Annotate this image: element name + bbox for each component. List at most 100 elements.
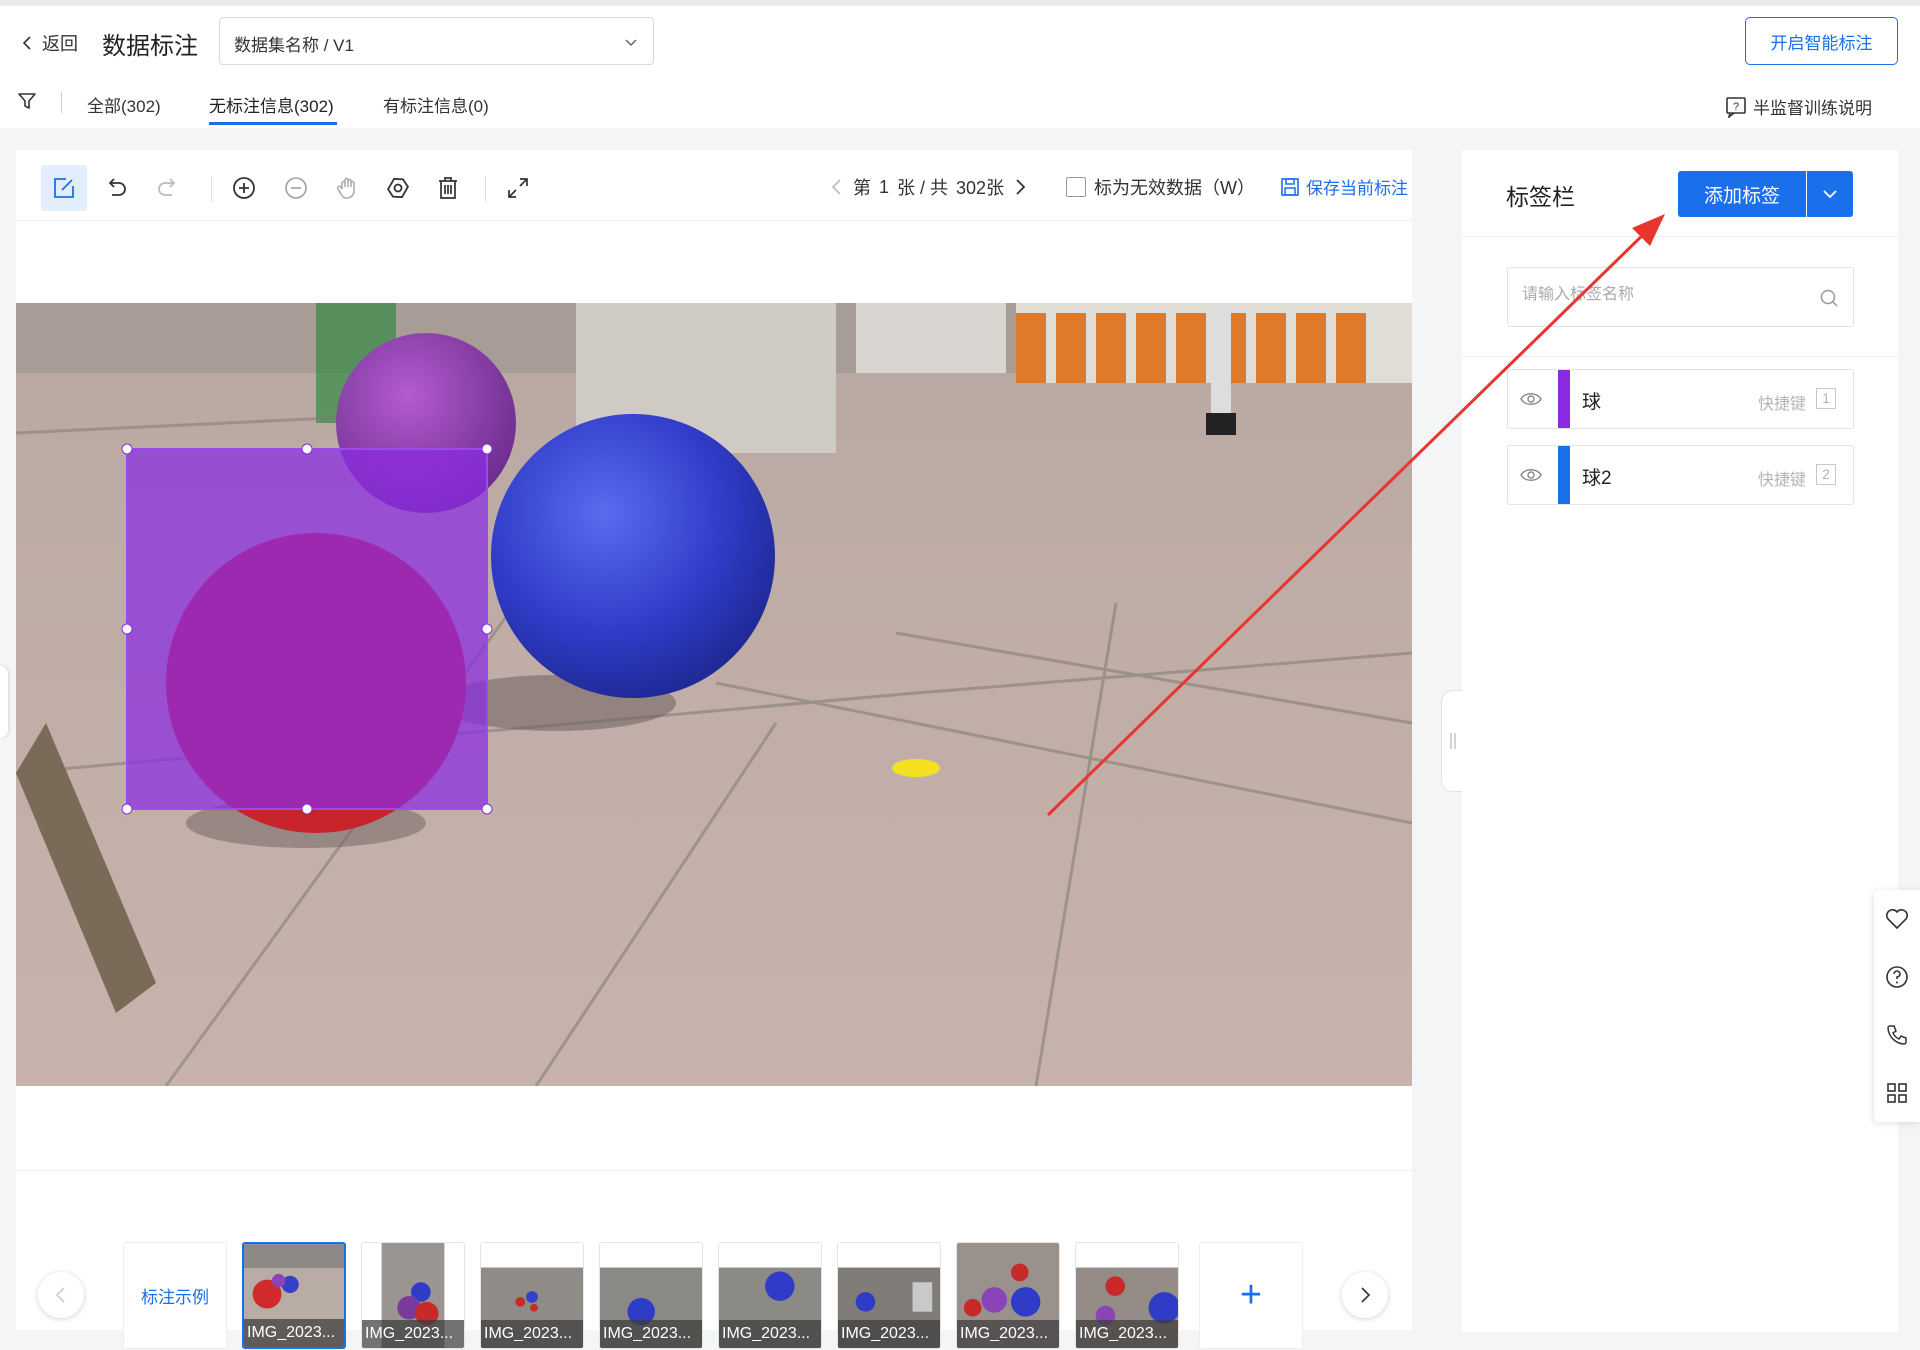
thumbnail-caption: IMG_2023... (362, 1320, 464, 1348)
eye-icon[interactable] (1520, 465, 1542, 485)
add-label-dropdown[interactable] (1807, 171, 1853, 217)
undo-icon (108, 178, 126, 196)
divider (61, 91, 62, 113)
drag-handle-icon (1449, 733, 1456, 749)
add-label-button[interactable]: 添加标签 (1678, 171, 1806, 217)
save-icon (1281, 177, 1299, 196)
example-button[interactable]: 标注示例 (123, 1242, 227, 1349)
svg-text:?: ? (1733, 101, 1739, 113)
label-name: 球 (1582, 392, 1602, 413)
label-name: 球2 (1582, 468, 1612, 489)
delete-tool[interactable] (425, 165, 471, 211)
smart-label-button[interactable]: 开启智能标注 (1745, 17, 1898, 65)
pager-mid: 张 / 共 (897, 178, 949, 198)
thumbnail-caption: IMG_2023... (719, 1320, 821, 1348)
thumbnail-item[interactable]: IMG_2023... (837, 1242, 941, 1349)
shortcut-key: 2 (1816, 464, 1836, 485)
sidebar-title: 标签栏 (1506, 184, 1575, 210)
thumb-next-button[interactable] (1342, 1272, 1388, 1318)
heart-icon[interactable] (1885, 907, 1909, 931)
undo-tool[interactable] (93, 165, 139, 211)
thumbnail-item[interactable]: IMG_2023... (956, 1242, 1060, 1349)
add-image-button[interactable]: + (1199, 1242, 1303, 1349)
left-panel-handle[interactable] (0, 666, 8, 738)
page-header: 返回 数据标注 数据集名称 / V1 开启智能标注 全部(302) 无标注信息(… (0, 6, 1920, 128)
tab-labeled[interactable]: 有标注信息(0) (383, 92, 489, 117)
sidebar-collapse-handle[interactable] (1441, 690, 1463, 792)
invalid-data-toggle[interactable]: 标为无效数据（W） (1066, 174, 1255, 200)
label-item[interactable]: 球2 快捷键 2 (1507, 445, 1854, 505)
label-item[interactable]: 球 快捷键 1 (1507, 369, 1854, 429)
floating-toolbar (1874, 890, 1920, 1122)
chevron-right-icon (1361, 1287, 1371, 1303)
shortcut-label: 快捷键 (1758, 472, 1807, 489)
sidebar-divider (1462, 356, 1898, 357)
thumbnail-caption: IMG_2023... (244, 1319, 344, 1347)
pager: 第 1 张 / 共 302张 (829, 174, 1028, 200)
thumbnail-item[interactable]: IMG_2023... (480, 1242, 584, 1349)
thumbnail-caption: IMG_2023... (957, 1320, 1059, 1348)
thumbnail-caption: IMG_2023... (1076, 1320, 1178, 1348)
thumbnail-caption: IMG_2023... (838, 1320, 940, 1348)
chevron-down-icon (625, 39, 637, 47)
zoom-in-tool[interactable] (221, 165, 267, 211)
canvas-divider (16, 1170, 1412, 1171)
edit-tool[interactable] (41, 165, 87, 211)
chevron-left-icon (22, 36, 31, 50)
back-button[interactable]: 返回 (20, 30, 78, 56)
pager-total: 302张 (956, 178, 1005, 198)
thumbnail-caption: IMG_2023... (600, 1320, 702, 1348)
invalid-label: 标为无效数据（W） (1094, 178, 1255, 198)
search-icon[interactable] (1819, 288, 1839, 308)
toolbar-divider (211, 176, 212, 202)
help-circle-icon[interactable] (1885, 965, 1909, 989)
thumbnail-item[interactable]: IMG_2023... (718, 1242, 822, 1349)
help-link[interactable]: ? 半监督训练说明 (1725, 94, 1872, 119)
label-color-bar (1558, 446, 1570, 504)
thumbnail-item[interactable]: IMG_2023... (1075, 1242, 1179, 1349)
fullscreen-tool[interactable] (495, 165, 541, 211)
chevron-left-icon (55, 1287, 65, 1303)
help-label: 半监督训练说明 (1753, 99, 1872, 118)
zoom-out-tool[interactable] (273, 165, 319, 211)
delete-icon (439, 177, 457, 199)
thumbnail-item[interactable]: IMG_2023... (242, 1242, 346, 1349)
chevron-down-icon (1823, 190, 1837, 199)
tab-all[interactable]: 全部(302) (87, 92, 161, 117)
dataset-select-value: 数据集名称 / V1 (234, 36, 354, 55)
invalid-checkbox[interactable] (1066, 177, 1086, 197)
thumbnail-caption: IMG_2023... (481, 1320, 583, 1348)
eye-icon (387, 177, 409, 199)
filter-icon[interactable] (17, 91, 37, 111)
thumbnail-item[interactable]: IMG_2023... (361, 1242, 465, 1349)
question-box-icon: ? (1726, 96, 1746, 118)
thumbnail-item[interactable]: IMG_2023... (599, 1242, 703, 1349)
save-button[interactable]: 保存当前标注 (1280, 174, 1408, 199)
hand-icon (336, 177, 355, 199)
scene-image (16, 303, 1412, 1086)
phone-icon[interactable] (1885, 1023, 1909, 1047)
thumb-prev-button[interactable] (38, 1272, 84, 1318)
pager-current: 1 (879, 176, 890, 197)
fullscreen-icon (508, 178, 528, 198)
chevron-left-icon[interactable] (829, 178, 845, 196)
sidebar-divider (1462, 236, 1898, 237)
dataset-select[interactable]: 数据集名称 / V1 (219, 17, 654, 65)
label-sidebar: 标签栏 添加标签 球 快捷键 1 球2 快捷键 2 (1462, 150, 1898, 1332)
redo-tool[interactable] (145, 165, 191, 211)
edit-icon (54, 178, 74, 198)
annotation-canvas[interactable] (16, 303, 1412, 1086)
tab-unlabeled[interactable]: 无标注信息(302) (209, 92, 334, 117)
eye-icon[interactable] (1520, 389, 1542, 409)
chevron-right-icon[interactable] (1012, 178, 1028, 196)
shortcut-key: 1 (1816, 388, 1836, 409)
redo-icon (158, 178, 176, 196)
grid-icon[interactable] (1885, 1081, 1909, 1105)
label-search-input[interactable] (1522, 286, 1802, 304)
label-color-bar (1558, 370, 1570, 428)
label-search[interactable] (1507, 267, 1854, 327)
back-label: 返回 (42, 34, 78, 54)
pan-tool[interactable] (325, 165, 371, 211)
visibility-tool[interactable] (375, 165, 421, 211)
zoom-out-icon (285, 177, 307, 199)
